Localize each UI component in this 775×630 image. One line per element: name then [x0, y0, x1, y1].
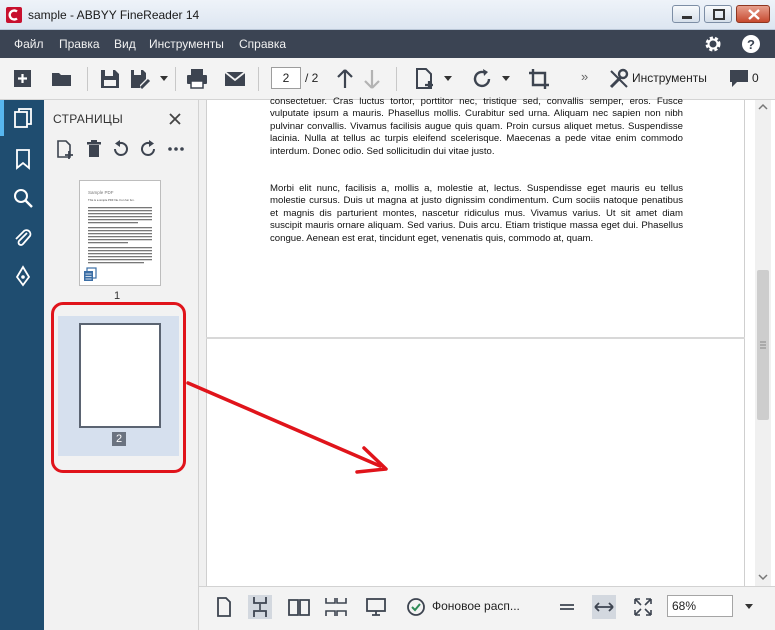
zoom-dropdown-caret[interactable]: [745, 604, 753, 609]
arrow-up-icon[interactable]: [333, 67, 357, 91]
crop-icon[interactable]: [527, 67, 551, 91]
add-document-icon[interactable]: [11, 67, 35, 91]
minimize-button[interactable]: [672, 5, 700, 23]
print-icon[interactable]: [185, 67, 209, 91]
more-options-icon[interactable]: [166, 139, 186, 159]
save-dropdown-caret[interactable]: [160, 76, 168, 81]
tools-button-label[interactable]: Инструменты: [632, 71, 707, 85]
save-icon[interactable]: [98, 67, 122, 91]
fit-page-width-icon[interactable]: [592, 595, 616, 619]
toolbar-separator: [396, 67, 397, 91]
scroll-down-icon[interactable]: [755, 570, 771, 584]
toolbar-separator: [87, 67, 88, 91]
left-icon-rail: [0, 100, 44, 630]
document-gutter: [199, 100, 206, 586]
scroll-up-icon[interactable]: [755, 100, 771, 114]
menu-edit[interactable]: Правка: [59, 37, 100, 51]
toolbar-overflow[interactable]: »: [581, 69, 588, 84]
continuous-scroll-view-icon[interactable]: [248, 595, 272, 619]
fit-width-lines-icon[interactable]: [555, 595, 579, 619]
close-icon: [748, 9, 760, 20]
add-page-icon[interactable]: [413, 67, 437, 91]
attachment-icon[interactable]: [12, 227, 34, 249]
title-bar: sample - ABBYY FineReader 14: [0, 0, 775, 30]
email-icon[interactable]: [223, 67, 247, 91]
two-page-view-icon[interactable]: [287, 595, 311, 619]
rotate-left-icon[interactable]: [111, 139, 131, 159]
menu-file[interactable]: Файл: [14, 37, 44, 51]
delete-page-icon[interactable]: [84, 139, 104, 159]
page-thumbnail-1-preview: Sample PDF This is a simple PDF file. Fu…: [84, 190, 152, 281]
background-recognition-icon[interactable]: [404, 595, 428, 619]
page-number-input[interactable]: 2: [271, 67, 301, 89]
close-panel-icon[interactable]: [168, 112, 182, 126]
page-thumbnail-1[interactable]: Sample PDF This is a simple PDF file. Fu…: [79, 180, 161, 286]
page-thumbnail-1-number: 1: [114, 290, 121, 302]
rotate-dropdown-caret[interactable]: [502, 76, 510, 81]
scrollbar-thumb[interactable]: [757, 270, 769, 420]
page-total: / 2: [305, 71, 319, 85]
abbyy-logo-icon: [6, 7, 22, 23]
zoom-select[interactable]: 68%: [667, 595, 733, 617]
comments-count: 0: [752, 71, 759, 85]
add-page-icon[interactable]: [55, 139, 75, 159]
thumbnail-title: Sample PDF: [88, 190, 114, 195]
menu-help[interactable]: Справка: [239, 37, 286, 51]
arrow-down-icon[interactable]: [360, 67, 384, 91]
full-screen-monitor-icon[interactable]: [364, 595, 388, 619]
maximize-icon: [713, 9, 725, 20]
pages-panel-title: СТРАНИЦЫ: [53, 112, 123, 126]
single-page-view-icon[interactable]: [212, 595, 236, 619]
search-icon[interactable]: [12, 187, 34, 209]
rail-active-indicator: [0, 100, 4, 136]
close-window-button[interactable]: [736, 5, 770, 23]
signature-pen-icon[interactable]: [12, 265, 34, 287]
minimize-icon: [682, 16, 692, 19]
pages-icon[interactable]: [12, 107, 34, 129]
thumbnail-subtitle: This is a simple PDF file. Fun fun fun.: [88, 198, 135, 202]
toolbar-separator: [175, 67, 176, 91]
rotate-icon[interactable]: [470, 67, 494, 91]
scroll-grip-icon: [760, 341, 766, 349]
menu-view[interactable]: Вид: [114, 37, 136, 51]
add-page-dropdown-caret[interactable]: [444, 76, 452, 81]
maximize-button[interactable]: [704, 5, 732, 23]
two-page-scroll-view-icon[interactable]: [324, 595, 348, 619]
document-paragraph-2: Morbi elit nunc, facilisis a, mollis a, …: [270, 183, 683, 244]
toolbar-separator: [258, 67, 259, 91]
comments-icon[interactable]: [728, 67, 752, 91]
page-left-edge: [206, 100, 207, 586]
page-right-edge: [744, 100, 745, 586]
rotate-right-icon[interactable]: [138, 139, 158, 159]
help-icon[interactable]: ?: [741, 34, 761, 54]
background-recognition-label[interactable]: Фоновое расп...: [432, 599, 520, 613]
open-folder-icon[interactable]: [50, 67, 74, 91]
annotation-highlight-frame: [51, 302, 186, 473]
page-break: [206, 337, 745, 339]
menu-tools[interactable]: Инструменты: [149, 37, 224, 51]
document-view[interactable]: [199, 100, 775, 586]
bookmark-icon[interactable]: [12, 148, 34, 170]
document-paragraph-1: consectetuer. Cras luctus tortor, portti…: [270, 96, 683, 157]
window-title: sample - ABBYY FineReader 14: [28, 8, 200, 22]
menu-bar: Файл Правка Вид Инструменты Справка ?: [0, 30, 775, 58]
tools-icon[interactable]: [607, 67, 631, 91]
copy-pages-icon: [84, 267, 97, 281]
gear-icon[interactable]: [703, 34, 723, 54]
save-as-icon[interactable]: [128, 67, 152, 91]
fit-page-icon[interactable]: [631, 595, 655, 619]
svg-text:?: ?: [747, 37, 755, 52]
